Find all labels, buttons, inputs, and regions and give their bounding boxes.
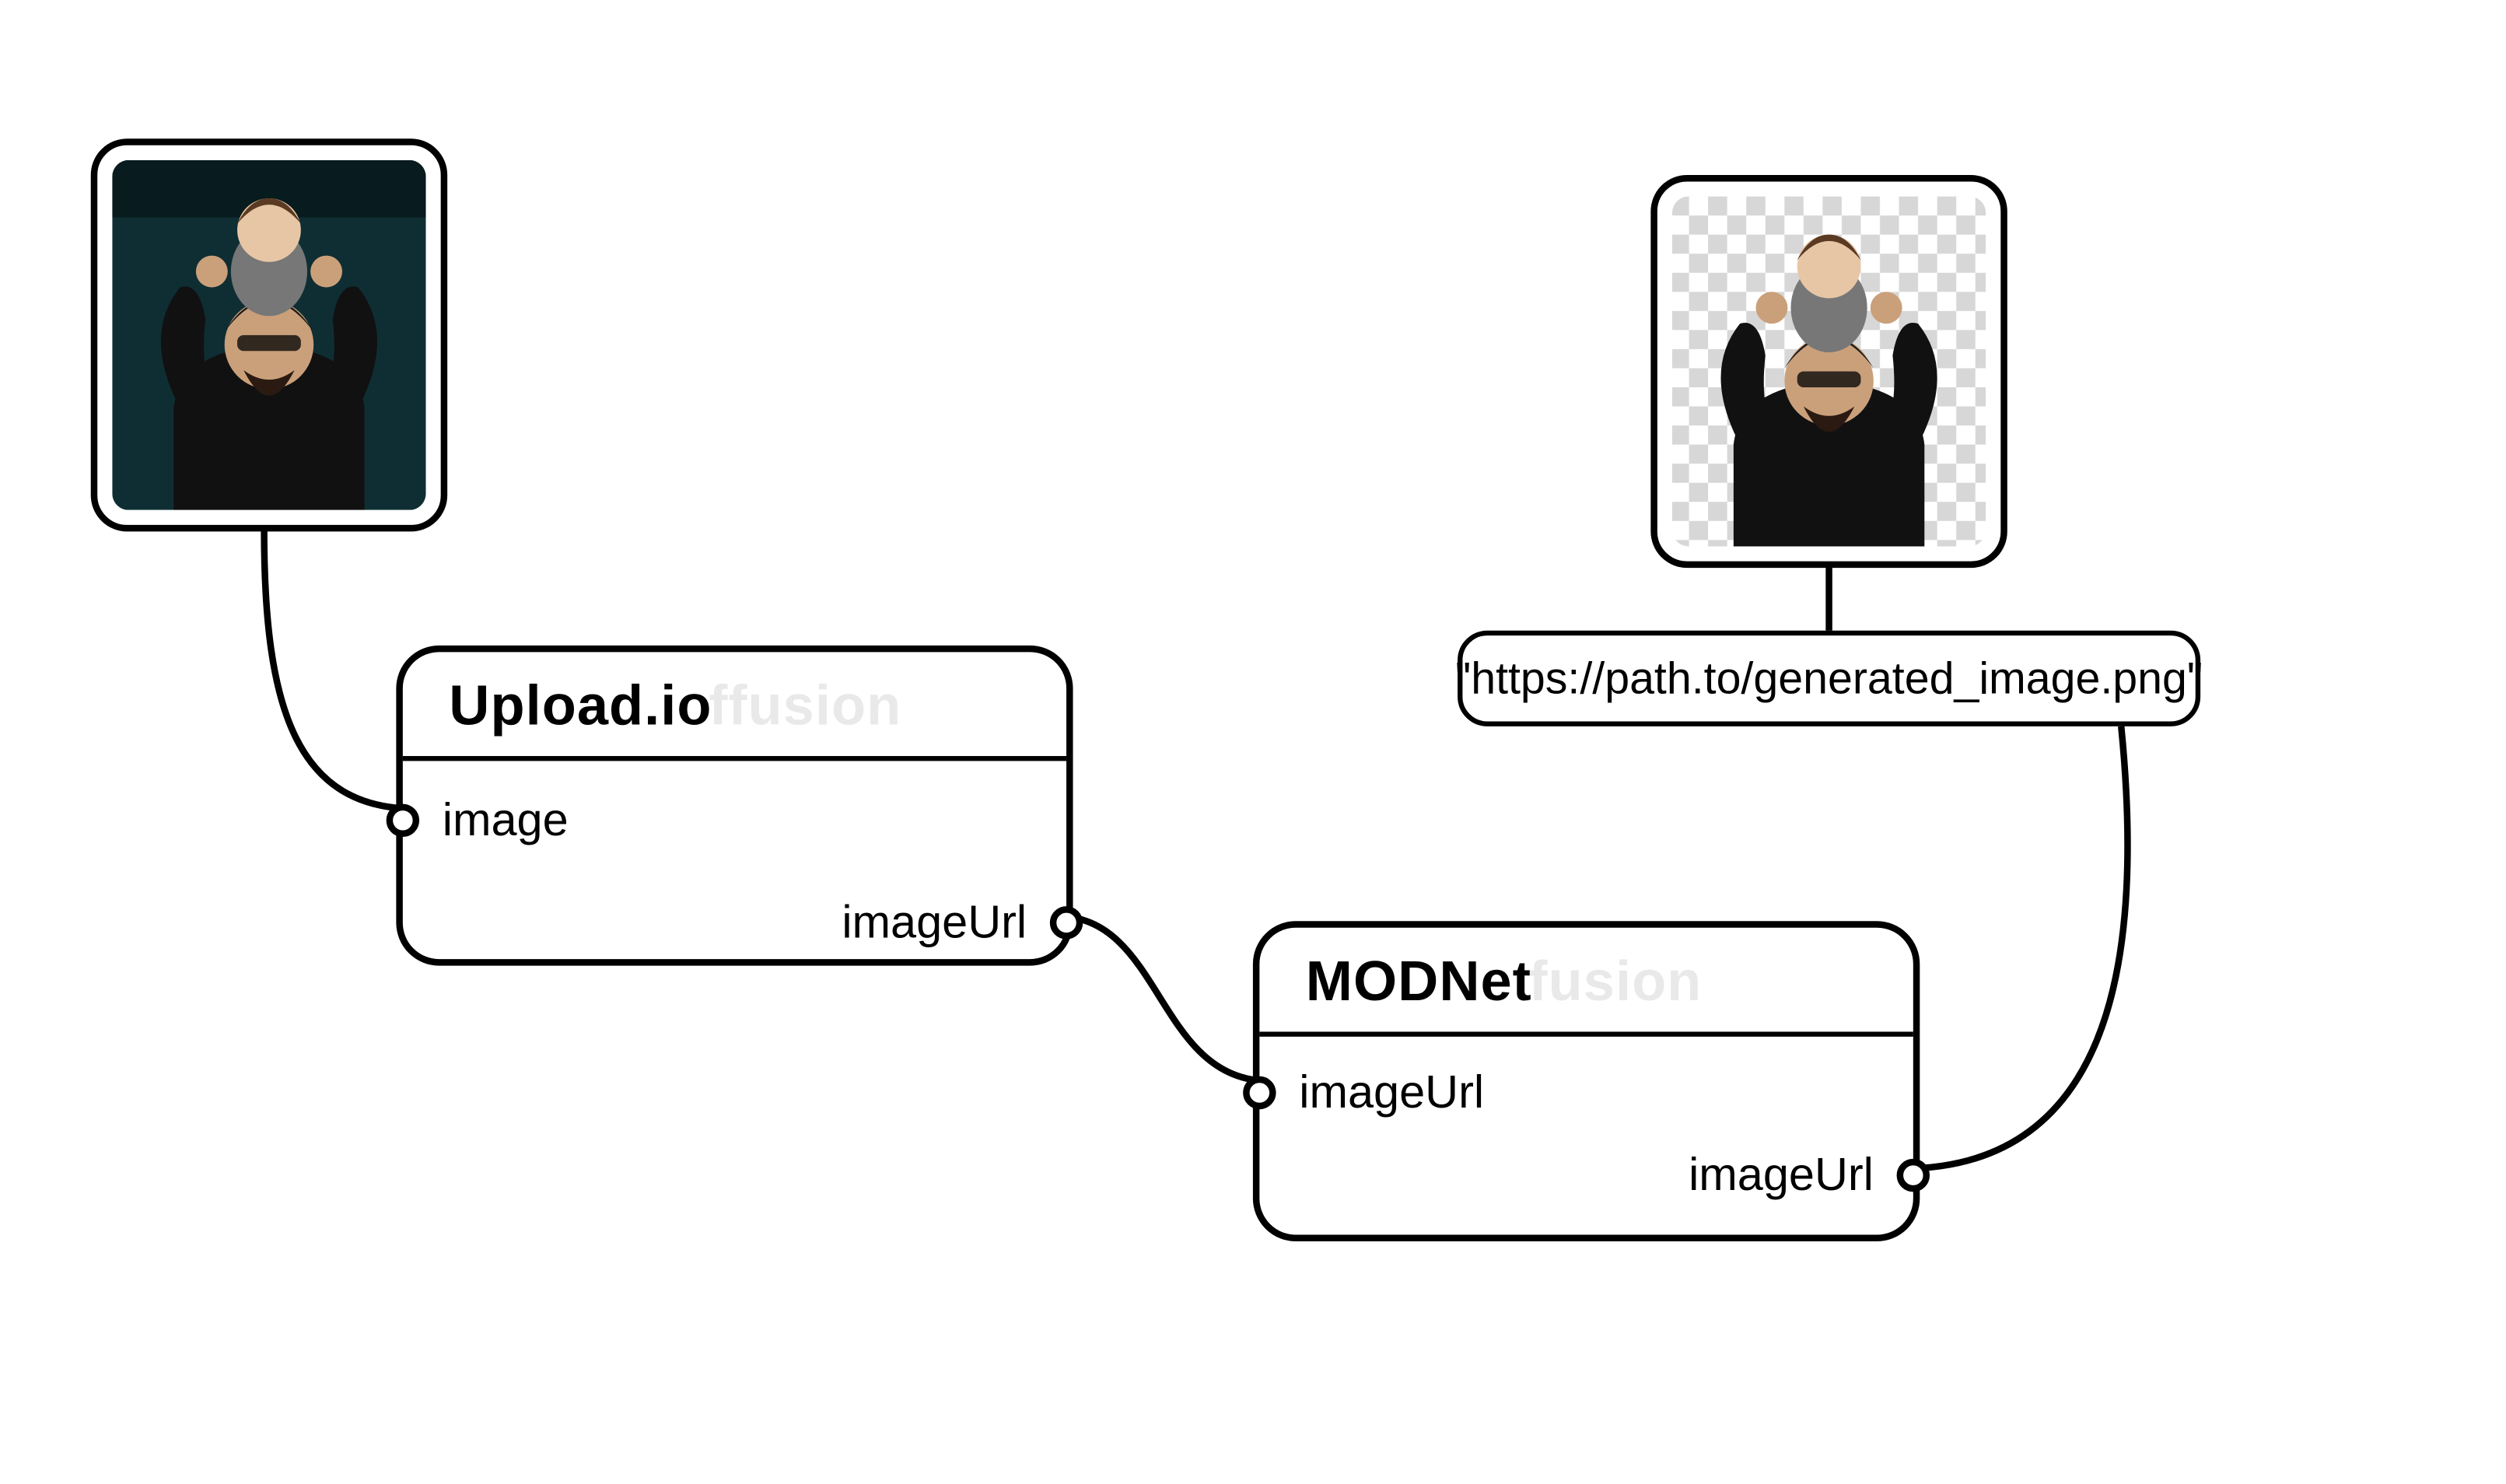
node-modnet-title: MODNetfusion <box>1259 928 1913 1037</box>
port-upload-output[interactable]: imageUrl <box>835 896 1083 949</box>
output-url-text: "https://path.to/generated_image.png" <box>1455 653 2203 704</box>
node-upload-title: Upload.ioffusion <box>403 652 1066 761</box>
port-modnet-input-label: imageUrl <box>1293 1066 1491 1119</box>
input-image-frame <box>91 138 447 531</box>
output-image <box>1672 197 1986 547</box>
port-dot-icon <box>1243 1076 1276 1109</box>
output-image-frame <box>1650 175 2007 568</box>
port-dot-icon <box>387 804 419 837</box>
input-image <box>112 160 425 510</box>
node-modnet[interactable]: MODNetfusion imageUrl imageUrl <box>1253 921 1920 1241</box>
port-modnet-output-label: imageUrl <box>1682 1149 1881 1202</box>
port-dot-icon <box>1897 1159 1930 1192</box>
node-upload-title-text: Upload.io <box>449 675 712 738</box>
port-modnet-input[interactable]: imageUrl <box>1243 1066 1490 1119</box>
node-upload-title-ghost: ffusion <box>709 675 901 738</box>
node-modnet-title-ghost: fusion <box>1529 950 1703 1013</box>
port-upload-output-label: imageUrl <box>835 896 1034 949</box>
node-modnet-title-text: MODNet <box>1306 950 1532 1013</box>
port-modnet-output[interactable]: imageUrl <box>1682 1149 1930 1202</box>
output-url-box: "https://path.to/generated_image.png" <box>1458 631 2200 726</box>
port-upload-input-label: image <box>436 794 575 847</box>
port-upload-input[interactable]: image <box>387 794 576 847</box>
port-dot-icon <box>1050 906 1083 939</box>
node-upload[interactable]: Upload.ioffusion image imageUrl <box>396 646 1073 966</box>
